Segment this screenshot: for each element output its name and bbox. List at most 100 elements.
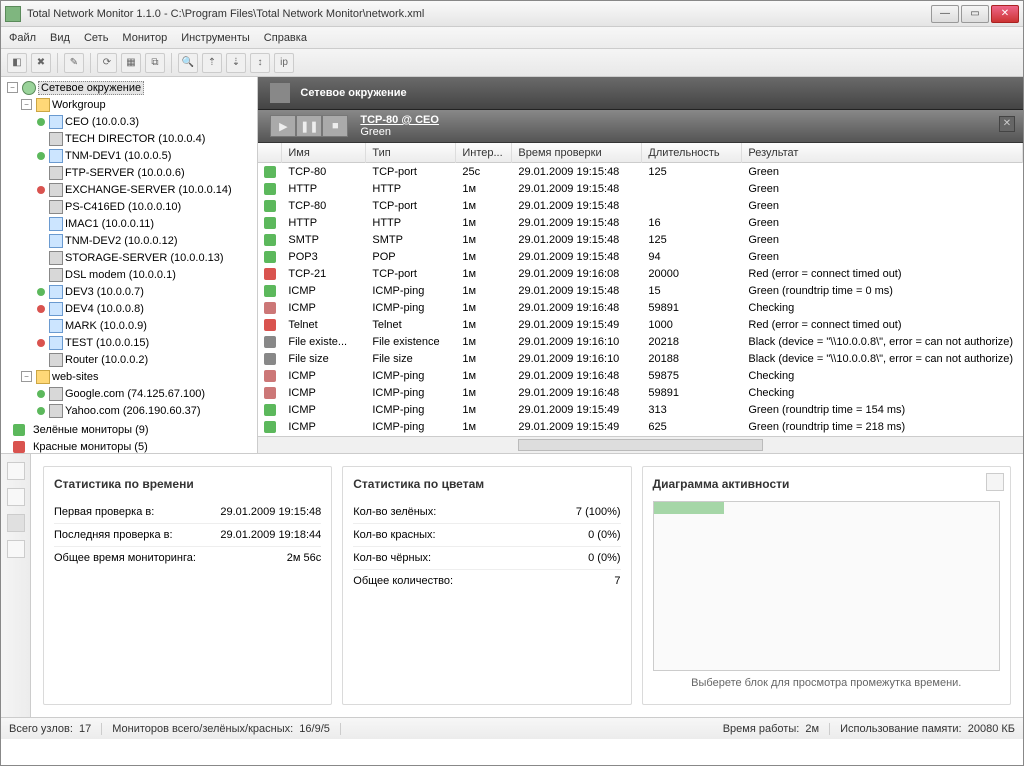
tree-item[interactable]: STORAGE-SERVER (10.0.0.13) (37, 249, 251, 266)
tree-item[interactable]: DEV4 (10.0.0.8) (37, 300, 251, 317)
cell-result: Red (error = connect timed out) (742, 268, 1019, 280)
tree-item[interactable]: MARK (10.0.0.9) (37, 317, 251, 334)
tree-item[interactable]: Yahoo.com (206.190.60.37) (37, 402, 251, 419)
tb-byip-icon[interactable]: ip (274, 53, 294, 73)
table-row[interactable]: TCP-80TCP-port1м29.01.2009 19:15:48Green (258, 197, 1023, 214)
col-duration[interactable]: Длительность п... (642, 143, 742, 163)
col-interval[interactable]: Интер... (456, 143, 512, 163)
col-result[interactable]: Результат (742, 143, 1023, 163)
monitor-status: Green (360, 126, 391, 138)
row-status-icon (264, 302, 276, 314)
cell-name: ICMP (282, 404, 366, 416)
tree-item[interactable]: PS-C416ED (10.0.0.10) (37, 198, 251, 215)
tree-item[interactable]: FTP-SERVER (10.0.0.6) (37, 164, 251, 181)
tb-sep (171, 53, 172, 73)
menu-tools[interactable]: Инструменты (181, 32, 250, 44)
tree-pane[interactable]: − Сетевое окружение − Workgroup CEO (10.… (1, 77, 258, 453)
activity-diagram[interactable] (653, 501, 1000, 671)
table-row[interactable]: File sizeFile size1м29.01.2009 19:16:102… (258, 350, 1023, 367)
expand-icon[interactable]: − (21, 99, 32, 110)
monitor-link[interactable]: TCP-80 @ CEO (360, 114, 439, 126)
table-row[interactable]: TCP-21TCP-port1м29.01.2009 19:16:0820000… (258, 265, 1023, 282)
menu-help[interactable]: Справка (264, 32, 307, 44)
col-status[interactable] (258, 143, 282, 163)
col-checktime[interactable]: Время проверки (512, 143, 642, 163)
col-name[interactable]: Имя (282, 143, 366, 163)
server-icon (49, 166, 63, 180)
pin-icon[interactable] (986, 473, 1004, 491)
tb-sort-icon[interactable]: ↕ (250, 53, 270, 73)
tree-item[interactable]: CEO (10.0.0.3) (37, 113, 251, 130)
table-row[interactable]: SMTPSMTP1м29.01.2009 19:15:48125Green (258, 231, 1023, 248)
tb-collapse-icon[interactable]: ⇡ (202, 53, 222, 73)
table-row[interactable]: POP3POP1м29.01.2009 19:15:4894Green (258, 248, 1023, 265)
table-row[interactable]: ICMPICMP-ping1м29.01.2009 19:15:4815Gree… (258, 282, 1023, 299)
menu-monitor[interactable]: Монитор (122, 32, 167, 44)
cell-duration: 125 (642, 166, 742, 178)
row-status-icon (264, 404, 276, 416)
tree-item[interactable]: TEST (10.0.0.15) (37, 334, 251, 351)
tb-refresh-icon[interactable]: ⟳ (97, 53, 117, 73)
tab-stats-icon[interactable] (7, 514, 25, 532)
table-row[interactable]: ICMPICMP-ping1м29.01.2009 19:15:49313Gre… (258, 401, 1023, 418)
tree-summary-item[interactable]: Зелёные мониторы (9) (7, 421, 251, 438)
table-row[interactable]: TelnetTelnet1м29.01.2009 19:15:491000Red… (258, 316, 1023, 333)
stop-button[interactable]: ■ (322, 115, 348, 137)
table-row[interactable]: HTTPHTTP1м29.01.2009 19:15:48Green (258, 180, 1023, 197)
tb-expand-icon[interactable]: ⇣ (226, 53, 246, 73)
minimize-button[interactable]: — (931, 5, 959, 23)
cell-name: ICMP (282, 387, 366, 399)
table-row[interactable]: TCP-80TCP-port25с29.01.2009 19:15:48125G… (258, 163, 1023, 180)
tb-scan-icon[interactable]: ✎ (64, 53, 84, 73)
tree-item[interactable]: Router (10.0.0.2) (37, 351, 251, 368)
tree-item[interactable]: DEV3 (10.0.0.7) (37, 283, 251, 300)
tb-search-icon[interactable]: 🔍 (178, 53, 198, 73)
tree-item[interactable]: EXCHANGE-SERVER (10.0.0.14) (37, 181, 251, 198)
tree-item[interactable]: TNM-DEV1 (10.0.0.5) (37, 147, 251, 164)
table-row[interactable]: ICMPICMP-ping1м29.01.2009 19:16:4859891C… (258, 384, 1023, 401)
cell-name: ICMP (282, 302, 366, 314)
col-type[interactable]: Тип (366, 143, 456, 163)
play-button[interactable]: ▶ (270, 115, 296, 137)
cell-type: File existence (366, 336, 456, 348)
table-row[interactable]: ICMPICMP-ping1м29.01.2009 19:16:4859891C… (258, 299, 1023, 316)
row-status-icon (264, 285, 276, 297)
table-row[interactable]: File existe...File existence1м29.01.2009… (258, 333, 1023, 350)
tree-item[interactable]: Google.com (74.125.67.100) (37, 385, 251, 402)
cell-interval: 1м (456, 251, 512, 263)
subheader-close-icon[interactable]: ✕ (999, 116, 1015, 132)
tree-root[interactable]: − Сетевое окружение (7, 79, 251, 96)
cell-type: HTTP (366, 217, 456, 229)
cell-name: ICMP (282, 421, 366, 433)
menu-view[interactable]: Вид (50, 32, 70, 44)
table-row[interactable]: ICMPICMP-ping1м29.01.2009 19:15:49625Gre… (258, 418, 1023, 435)
menu-network[interactable]: Сеть (84, 32, 108, 44)
tab-gear-icon[interactable] (7, 540, 25, 558)
tree-item[interactable]: IMAC1 (10.0.0.11) (37, 215, 251, 232)
maximize-button[interactable]: ▭ (961, 5, 989, 23)
window-title: Total Network Monitor 1.1.0 - C:\Program… (27, 8, 929, 20)
tree-summary-item[interactable]: Красные мониторы (5) (7, 438, 251, 453)
table-row[interactable]: ICMPICMP-ping1м29.01.2009 19:16:4859875C… (258, 367, 1023, 384)
tree-item[interactable]: TNM-DEV2 (10.0.0.12) (37, 232, 251, 249)
pause-button[interactable]: ❚❚ (296, 115, 322, 137)
tree-item[interactable]: TECH DIRECTOR (10.0.0.4) (37, 130, 251, 147)
tree-group[interactable]: − web-sites (7, 368, 251, 385)
monitor-icon (49, 336, 63, 350)
tree-group[interactable]: − Workgroup (7, 96, 251, 113)
menu-file[interactable]: Файл (9, 32, 36, 44)
sb-mem-label: Использование памяти: (840, 723, 962, 735)
table-row[interactable]: HTTPHTTP1м29.01.2009 19:15:4816Green (258, 214, 1023, 231)
expand-icon[interactable]: − (7, 82, 18, 93)
tab-list-icon[interactable] (7, 488, 25, 506)
horizontal-scrollbar[interactable] (258, 436, 1023, 453)
cell-interval: 1м (456, 268, 512, 280)
tb-host-icon[interactable]: ⧉ (145, 53, 165, 73)
close-button[interactable]: ✕ (991, 5, 1019, 23)
expand-icon[interactable]: − (21, 371, 32, 382)
tb-group-icon[interactable]: ▦ (121, 53, 141, 73)
tab-eye-icon[interactable] (7, 462, 25, 480)
tb-delete-icon[interactable]: ✖ (31, 53, 51, 73)
tree-item[interactable]: DSL modem (10.0.0.1) (37, 266, 251, 283)
tb-new-icon[interactable]: ◧ (7, 53, 27, 73)
